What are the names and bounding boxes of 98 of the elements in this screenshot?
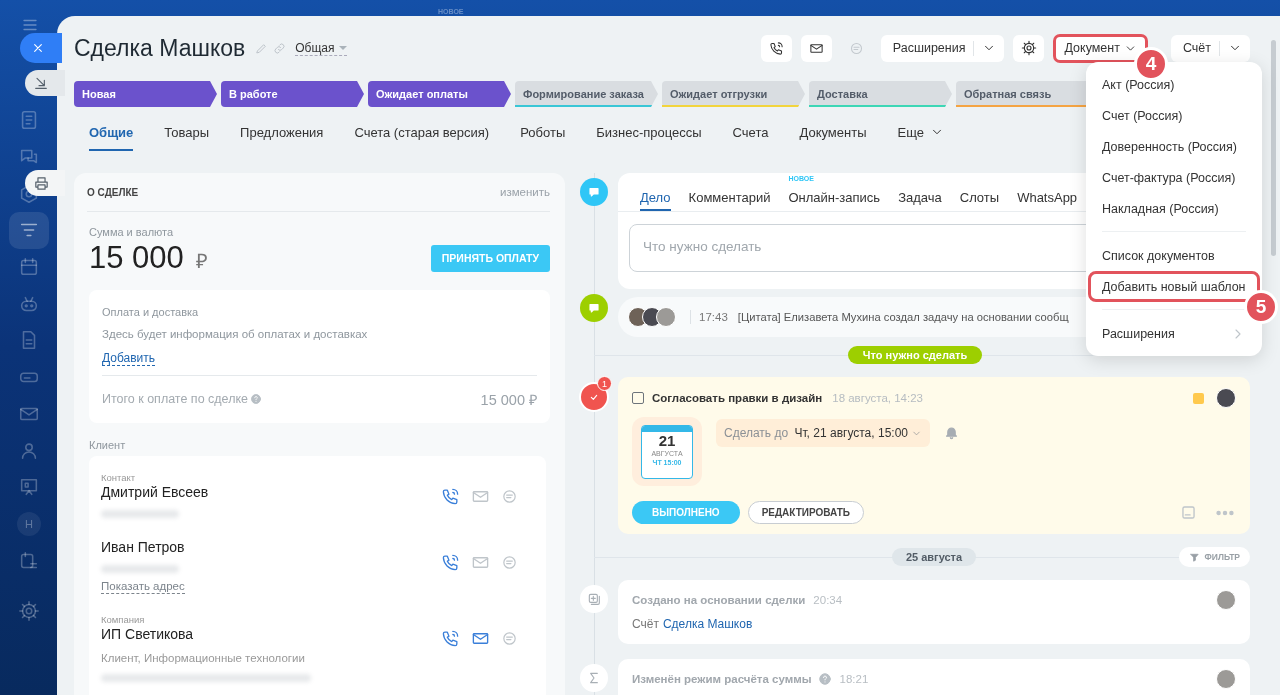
client-type-label: Контакт <box>101 472 137 483</box>
tab[interactable]: Бизнес-процессы <box>596 125 702 151</box>
tab[interactable]: Счета (старая версия) <box>354 125 490 151</box>
deal-link[interactable]: Сделка Машков <box>662 617 753 631</box>
pencil-icon[interactable] <box>255 41 269 55</box>
tab[interactable]: Счета <box>732 125 769 151</box>
tab[interactable]: Дело <box>640 173 671 211</box>
color-tag <box>1193 392 1204 404</box>
task-status-icon <box>579 382 609 412</box>
add-link[interactable]: Добавить <box>102 351 156 366</box>
edit-button[interactable]: РЕДАКТИРОВАТЬ <box>747 501 865 524</box>
more-tab[interactable]: Еще <box>897 125 944 151</box>
comment-icon <box>580 294 608 322</box>
phone-icon[interactable] <box>441 553 460 572</box>
phone-icon[interactable] <box>441 487 460 506</box>
stage-step[interactable]: В работе <box>221 81 364 107</box>
scrollbar[interactable] <box>1271 40 1276 256</box>
chat-icon[interactable] <box>501 488 518 505</box>
counter-badge: 1 <box>597 376 612 391</box>
tab[interactable]: Слоты <box>959 173 1000 211</box>
tab[interactable]: WhatsApp <box>1017 173 1078 211</box>
tab[interactable]: Предложения <box>240 125 324 151</box>
client-name[interactable]: Иван Петров <box>101 539 185 555</box>
call-button[interactable] <box>760 34 792 62</box>
task-title: Согласовать правки в дизайн <box>652 392 823 404</box>
chat-icon <box>848 40 864 56</box>
show-address-link[interactable]: Показать адрес <box>101 579 185 594</box>
chat-icon[interactable] <box>501 630 518 647</box>
time-label: 20:34 <box>813 594 843 606</box>
client-name[interactable]: ИП Светикова <box>101 626 311 642</box>
total-value: 15 000 ₽ <box>480 391 537 409</box>
section-title: О СДЕЛКЕ <box>87 186 139 198</box>
split-button[interactable]: Расширения <box>880 34 1005 62</box>
stage-step[interactable]: Ожидает оплаты <box>368 81 511 107</box>
step-marker: 5 <box>1244 290 1278 324</box>
menu-item[interactable]: Доверенность (Россия) <box>1088 131 1260 162</box>
total-label: Итого к оплате по сделке <box>102 392 248 406</box>
client-type-label: Компания <box>101 614 146 625</box>
field-label: Клиент <box>89 439 127 451</box>
deadline-dropdown[interactable]: Сделать до Чт, 21 августа, 15:00 <box>716 419 930 447</box>
phone-icon[interactable] <box>441 629 460 648</box>
help-icon[interactable] <box>817 672 832 686</box>
arrow-icon <box>33 75 49 91</box>
section-label: Что нужно сделать <box>847 346 983 364</box>
stage-step[interactable]: Формирование заказа <box>515 81 658 107</box>
client-note: Клиент, Информационные технологии <box>101 652 306 664</box>
tab[interactable]: Задача <box>898 173 942 211</box>
minimize-button[interactable] <box>25 70 65 96</box>
document-type-label: Счёт <box>632 617 659 631</box>
document-button[interactable]: Документ <box>1053 33 1148 63</box>
info-text: Здесь будет информация об оплатах и доставках <box>102 328 369 340</box>
date-label: 18 августа, 14:23 <box>832 392 923 404</box>
settings-icon <box>1020 40 1037 56</box>
menu-item[interactable]: Счет-фактура (Россия) <box>1088 162 1260 193</box>
stage-step[interactable]: Новая <box>74 81 217 107</box>
settings-icon[interactable] <box>18 600 40 623</box>
tab[interactable]: Товары <box>164 125 210 151</box>
note-icon[interactable] <box>1179 503 1198 522</box>
filter-icon <box>1188 551 1200 563</box>
history-title: Изменён режим расчёта суммы <box>632 673 812 685</box>
print-button[interactable] <box>25 170 65 196</box>
chat-icon[interactable] <box>501 554 518 571</box>
settings-button[interactable] <box>1013 34 1045 62</box>
stage-step[interactable]: Доставка <box>809 81 952 107</box>
printer-icon <box>32 174 50 192</box>
avatar <box>1216 590 1236 610</box>
phone-icon <box>768 40 784 56</box>
chat-bubble-icon <box>580 178 608 206</box>
tab[interactable]: Документы <box>799 125 867 151</box>
stage-step[interactable]: Ожидает отгрузки <box>662 81 805 107</box>
tab[interactable]: Общие <box>89 125 134 151</box>
time-label: 17:43 <box>699 311 728 323</box>
email-button[interactable] <box>800 34 832 62</box>
sigma-icon <box>580 664 608 692</box>
tab[interactable]: Роботы <box>520 125 566 151</box>
help-icon[interactable] <box>250 393 262 405</box>
checkbox[interactable] <box>632 392 644 404</box>
field-label: Сумма и валюта <box>89 226 175 238</box>
time-label: 18:21 <box>839 673 869 685</box>
bell-icon[interactable] <box>944 425 959 440</box>
split-button[interactable]: Счёт <box>1170 34 1250 62</box>
avatar <box>656 307 676 327</box>
field-label: Оплата и доставка <box>102 306 200 318</box>
amount-value: 15 000 <box>89 240 184 276</box>
client-name[interactable]: Дмитрий Евсеев <box>101 484 209 500</box>
menu-item[interactable]: Накладная (Россия) <box>1088 193 1260 224</box>
avatar <box>1216 388 1236 408</box>
link-icon[interactable] <box>273 41 287 55</box>
date-label: 25 августа <box>891 548 977 566</box>
activity-text[interactable]: [Цитата] Елизавета Мухина создал задачу на основании сообщ <box>737 311 1069 323</box>
currency-sign: ₽ <box>195 249 208 274</box>
category-dropdown[interactable]: Общая <box>295 40 347 56</box>
close-button[interactable] <box>20 33 62 63</box>
avatar <box>1216 669 1236 689</box>
calendar-day: 21 <box>642 431 692 449</box>
history-title: Создано на основании сделки <box>632 594 806 606</box>
deal-title: Сделка Машков <box>74 34 246 62</box>
tab[interactable]: Комментарий <box>688 173 771 211</box>
